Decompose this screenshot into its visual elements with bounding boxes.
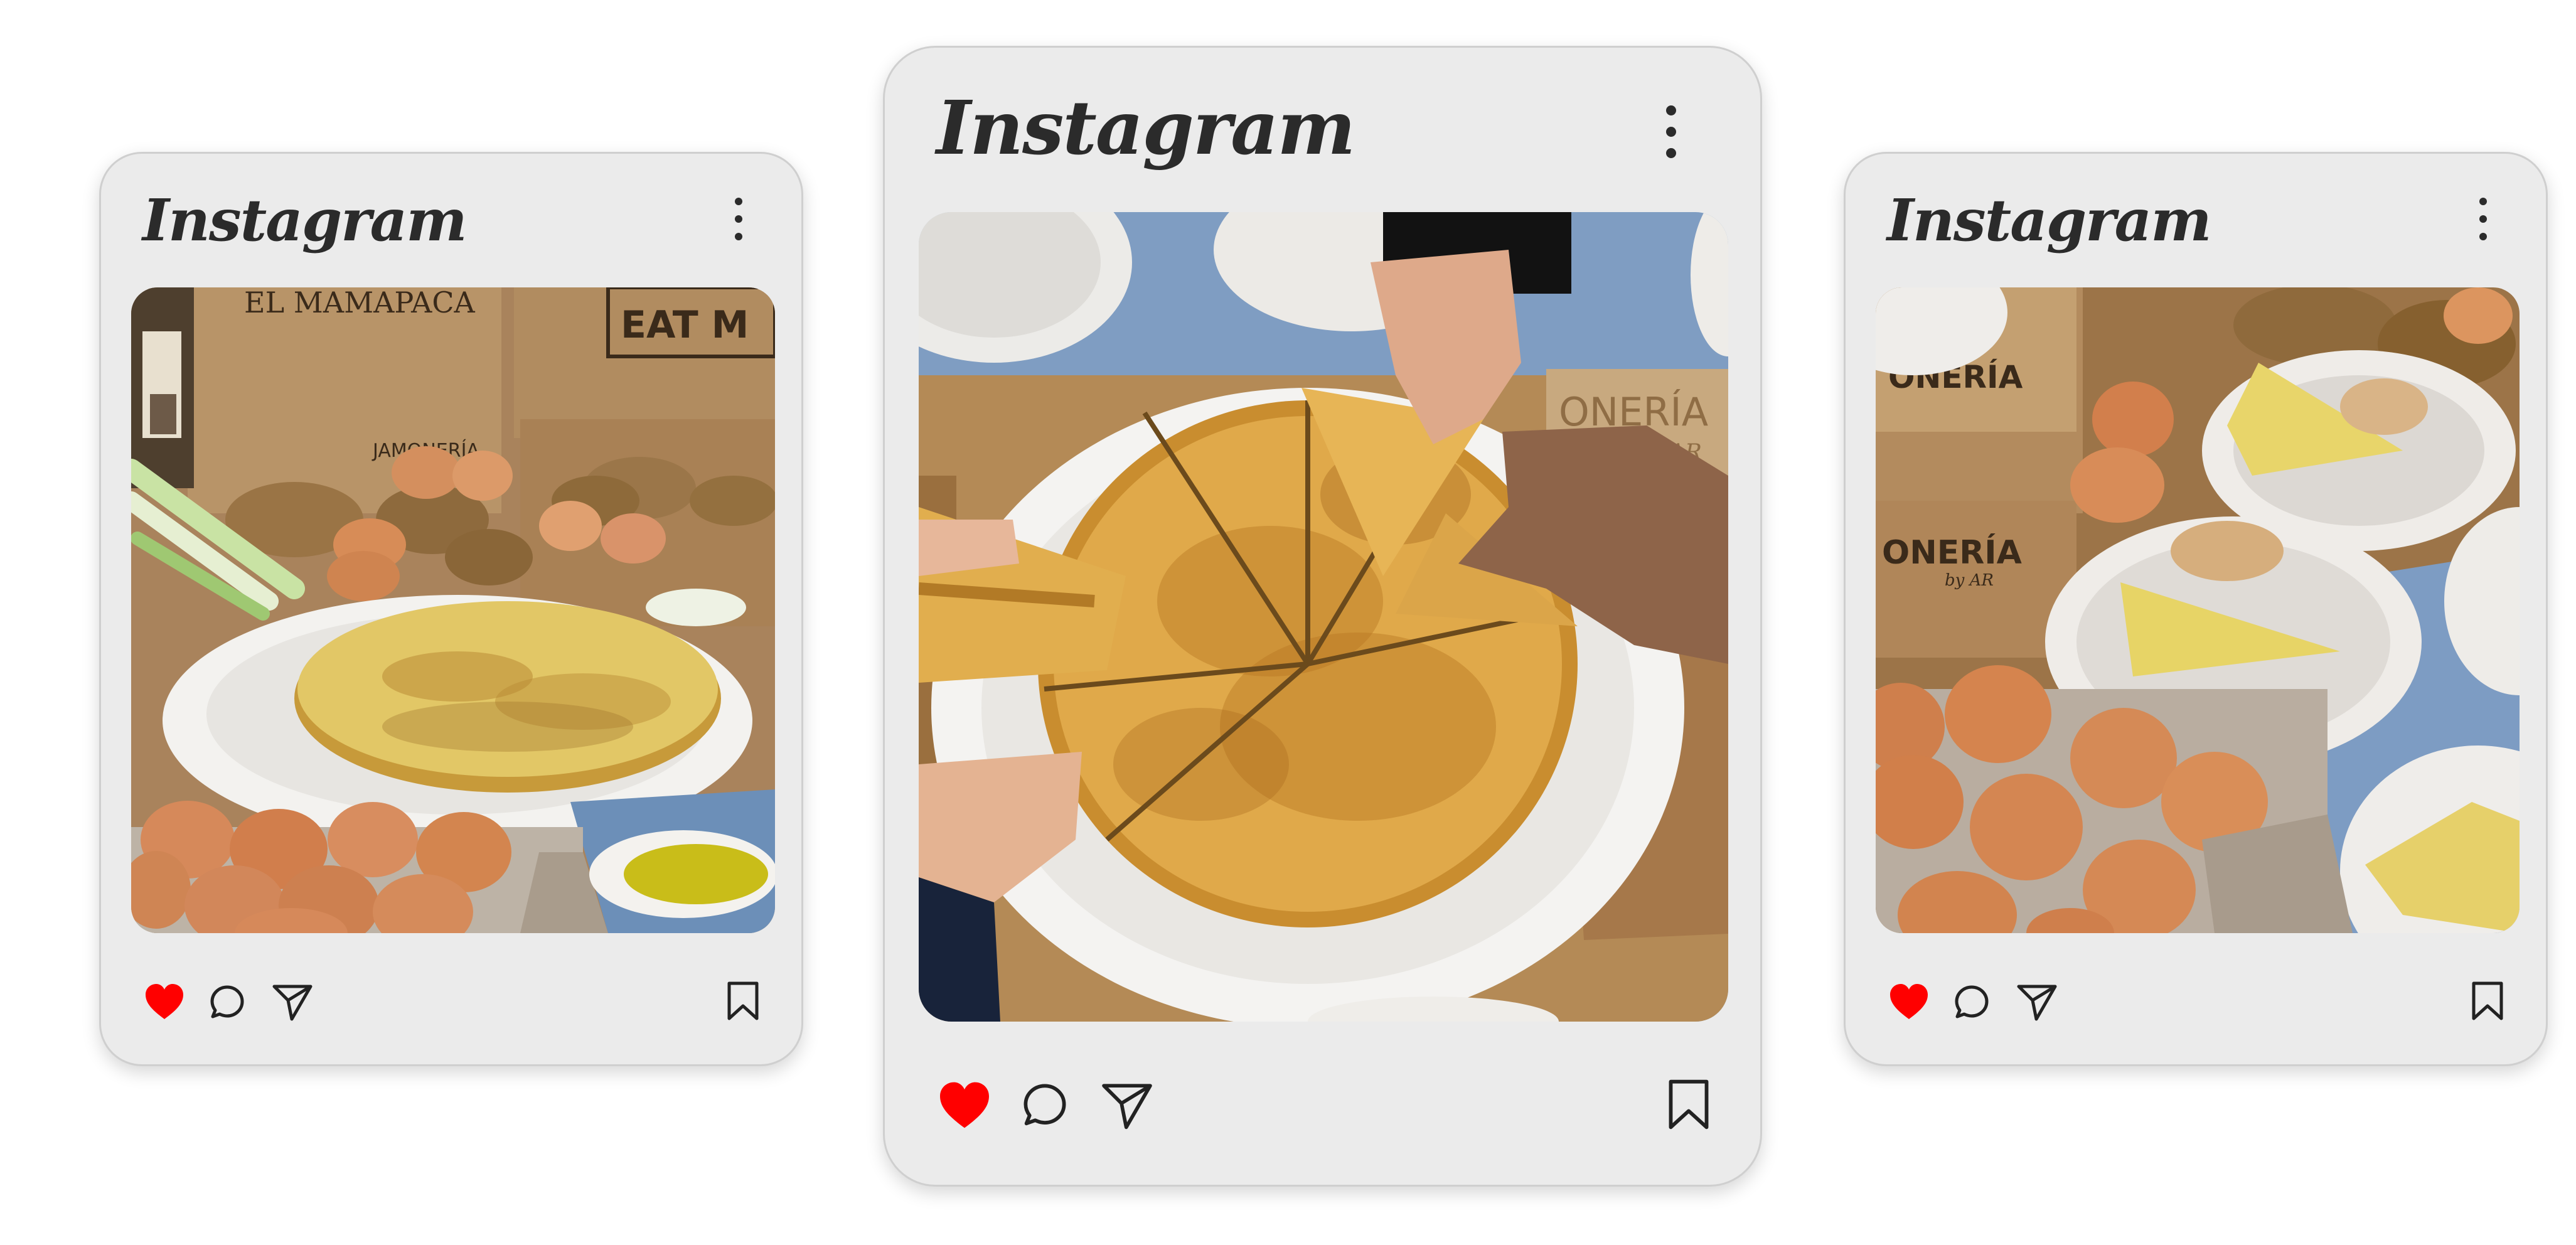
instagram-logo: Instagram (936, 84, 1355, 171)
more-options-icon[interactable] (731, 196, 746, 242)
box-print-joneria-2: ONERÍA (1882, 533, 2022, 572)
share-paper-plane-icon[interactable] (1101, 1081, 1153, 1131)
like-heart-icon[interactable] (938, 1081, 991, 1130)
post-photo[interactable]: ONERÍA by AR (919, 212, 1728, 1022)
post-photo[interactable]: EL MAMAPACA EAT M JAMONERÍA (131, 287, 775, 933)
comment-bubble-icon[interactable] (1022, 1082, 1068, 1128)
comment-bubble-icon[interactable] (209, 984, 245, 1020)
more-options-icon[interactable] (2476, 196, 2491, 242)
box-print-byar: by AR (1945, 571, 1994, 590)
share-paper-plane-icon[interactable] (272, 983, 313, 1022)
instagram-logo: Instagram (142, 186, 468, 254)
instagram-logo: Instagram (1887, 186, 2212, 254)
more-options-icon[interactable] (1663, 104, 1679, 159)
comment-bubble-icon[interactable] (1953, 984, 1990, 1020)
instagram-post-card-center: Instagram ONERÍA by AR (883, 46, 1762, 1187)
bookmark-icon[interactable] (2471, 981, 2504, 1021)
box-print-eat: EAT M (621, 303, 749, 347)
like-heart-icon[interactable] (144, 983, 185, 1020)
post-photo[interactable]: ONERÍA ONERÍA by AR (1876, 287, 2520, 933)
instagram-post-card-right: Instagram ONERÍA ONERÍA by AR (1844, 152, 2548, 1066)
instagram-post-card-left: Instagram EL MAMAPACA EAT M JAMONERÍA (99, 152, 803, 1066)
share-paper-plane-icon[interactable] (2016, 983, 2058, 1022)
bookmark-icon[interactable] (1667, 1078, 1711, 1131)
box-print-mamapaca: EL MAMAPACA (244, 287, 476, 319)
bookmark-icon[interactable] (726, 981, 760, 1021)
like-heart-icon[interactable] (1888, 983, 1930, 1020)
